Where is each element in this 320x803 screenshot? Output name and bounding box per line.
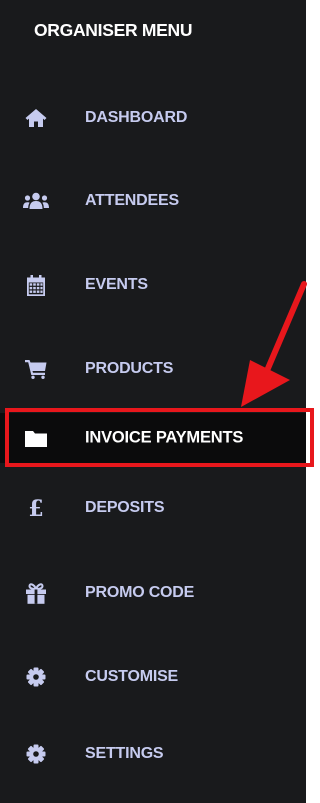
gift-icon [23, 581, 49, 605]
gear-icon [23, 742, 49, 766]
menu-item-label: DEPOSITS [85, 499, 165, 516]
menu-item-events[interactable]: EVENTS [0, 260, 306, 310]
menu-item-customise[interactable]: CUSTOMISE [0, 652, 306, 702]
users-icon [23, 189, 49, 213]
pound-icon: £ [23, 496, 49, 520]
menu-item-settings[interactable]: SETTINGS [0, 729, 306, 779]
shopping-cart-icon [23, 357, 49, 381]
folder-icon [23, 426, 49, 450]
menu-title: ORGANISER MENU [34, 20, 193, 40]
menu-item-label: INVOICE PAYMENTS [85, 428, 244, 447]
menu-item-label: ATTENDEES [85, 192, 179, 209]
menu-item-dashboard[interactable]: DASHBOARD [0, 93, 306, 143]
menu-item-products[interactable]: PRODUCTS [0, 344, 306, 394]
organiser-sidebar: ORGANISER MENU DASHBOARD ATTENDEES EVENT… [0, 0, 306, 803]
menu-item-promo-code[interactable]: PROMO CODE [0, 568, 306, 618]
menu-item-deposits[interactable]: £ DEPOSITS [0, 483, 306, 533]
home-icon [23, 106, 49, 130]
menu-item-label: CUSTOMISE [85, 668, 179, 685]
menu-item-label: PROMO CODE [85, 584, 195, 601]
menu-item-label: PRODUCTS [85, 360, 174, 377]
menu-item-invoice-payments[interactable]: INVOICE PAYMENTS [0, 413, 306, 463]
menu-item-label: SETTINGS [85, 745, 164, 762]
menu-item-attendees[interactable]: ATTENDEES [0, 176, 306, 226]
menu-item-label: EVENTS [85, 276, 148, 293]
calendar-icon [23, 273, 49, 297]
gear-icon [23, 665, 49, 689]
svg-text:£: £ [28, 497, 43, 519]
menu-item-label: DASHBOARD [85, 109, 188, 126]
